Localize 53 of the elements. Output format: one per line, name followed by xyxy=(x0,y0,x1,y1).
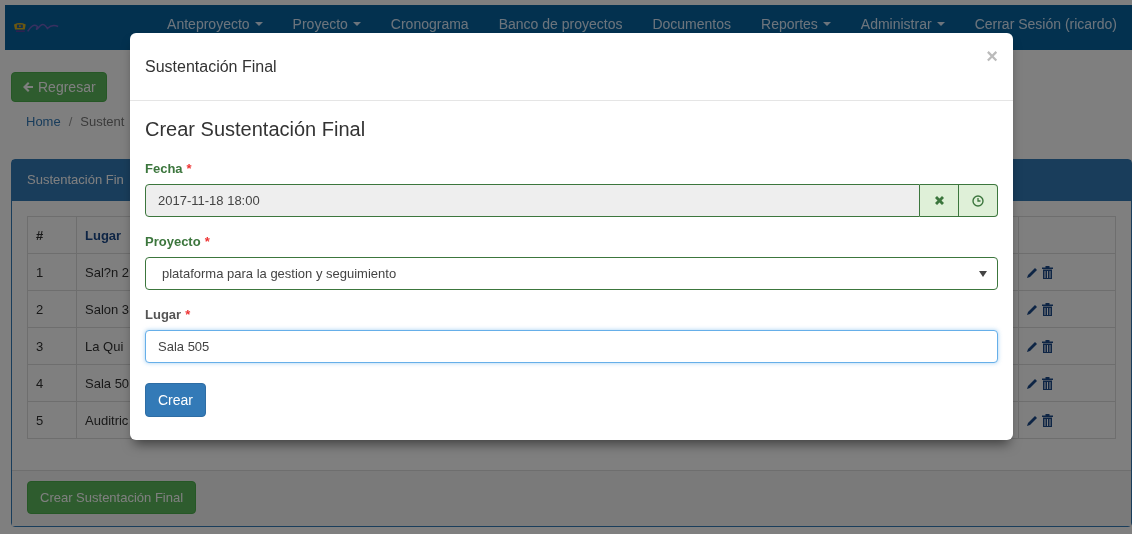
nav-link[interactable]: Documentos xyxy=(637,16,746,32)
trash-icon[interactable] xyxy=(1042,376,1053,390)
nav-link[interactable]: Proyecto xyxy=(277,16,376,32)
text-field[interactable]: Sala 505 xyxy=(145,330,998,363)
trash-icon[interactable] xyxy=(1042,339,1053,353)
back-button[interactable]: Regresar xyxy=(11,72,107,102)
modal-title: Sustentación Final xyxy=(145,57,277,76)
caret-icon xyxy=(979,270,987,277)
create-button[interactable]: Crear Sustentación Final xyxy=(27,481,197,514)
breadcrumb-item[interactable]: Home xyxy=(26,114,61,129)
arrow-left-icon xyxy=(22,81,34,93)
caret-icon xyxy=(822,22,831,26)
clock-icon xyxy=(972,194,984,207)
nav-link[interactable]: Reportes xyxy=(746,16,846,32)
pencil-icon[interactable] xyxy=(1027,340,1038,352)
table-cell: 5 xyxy=(27,401,77,439)
pencil-icon[interactable] xyxy=(1027,303,1038,315)
time-button[interactable] xyxy=(959,184,998,217)
table-cell: 3 xyxy=(27,327,77,365)
clear-button[interactable] xyxy=(920,184,959,217)
breadcrumb-separator: / xyxy=(68,114,73,129)
pencil-icon[interactable] xyxy=(1027,266,1038,278)
nav-link[interactable]: Banco de proyectos xyxy=(483,16,638,32)
caret-icon xyxy=(254,22,263,26)
nav-link[interactable]: Anteproyecto xyxy=(152,16,278,32)
field-label: Lugar xyxy=(145,307,182,322)
panel-title: Sustentación Fin xyxy=(27,172,124,187)
close-button[interactable]: × xyxy=(986,45,998,68)
pencil-icon[interactable] xyxy=(1027,377,1038,389)
field-label: Proyecto xyxy=(145,234,201,249)
table-cell: 1 xyxy=(27,253,77,291)
required-mark: * xyxy=(186,161,192,176)
nav-link[interactable]: Cronograma xyxy=(375,16,484,32)
breadcrumb-item[interactable]: Sustent xyxy=(80,114,125,129)
nav-link[interactable]: Administrar xyxy=(845,16,960,32)
nav-link[interactable]: Cerrar Sesión (ricardo) xyxy=(959,16,1132,32)
trash-icon[interactable] xyxy=(1042,265,1053,279)
table-cell: 2 xyxy=(27,290,77,328)
required-mark: * xyxy=(185,307,191,322)
close-icon xyxy=(933,195,945,206)
caret-icon xyxy=(352,22,361,26)
date-field[interactable]: 2017-11-18 18:00 xyxy=(145,184,920,217)
form-heading: Crear Sustentación Final xyxy=(145,118,367,141)
trash-icon[interactable] xyxy=(1042,413,1053,427)
column-header: # xyxy=(27,216,77,254)
caret-icon xyxy=(936,22,945,26)
pencil-icon[interactable] xyxy=(1027,414,1038,426)
field-label: Fecha xyxy=(145,161,183,176)
required-mark: * xyxy=(204,234,210,249)
table-cell: 4 xyxy=(27,364,77,402)
trash-icon[interactable] xyxy=(1042,302,1053,316)
submit-button[interactable]: Crear xyxy=(145,383,206,417)
select-field[interactable]: plataforma para la gestion y seguimiento xyxy=(145,257,998,290)
